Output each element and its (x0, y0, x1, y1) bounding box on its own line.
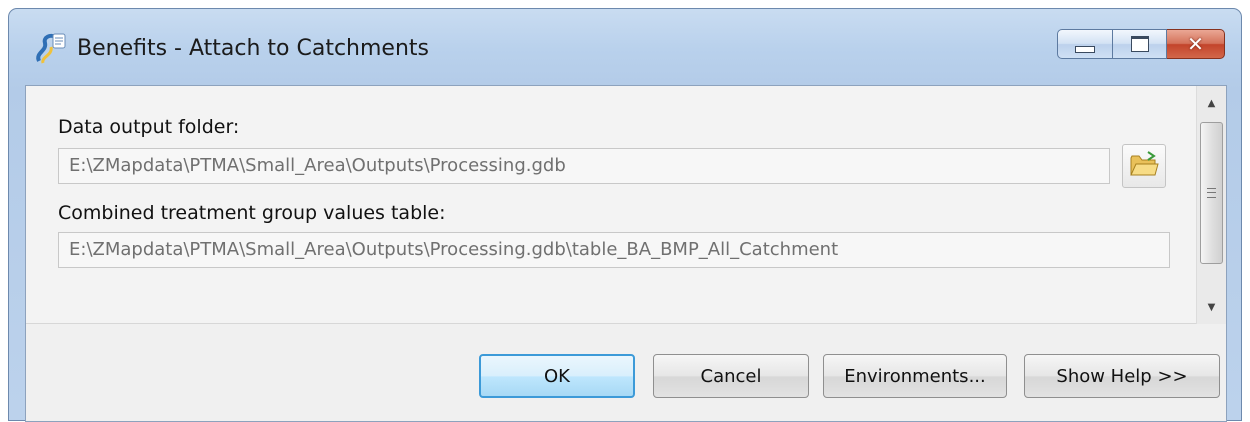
dialog-client-area: Data output folder: E:\ZMapdata\PTMA\Sma… (25, 85, 1227, 422)
python-script-tool-icon (33, 31, 67, 67)
values-table-field[interactable]: E:\ZMapdata\PTMA\Small_Area\Outputs\Proc… (58, 232, 1170, 268)
environments-button[interactable]: Environments... (823, 354, 1007, 398)
browse-folder-button[interactable] (1122, 144, 1166, 188)
title-bar[interactable]: Benefits - Attach to Catchments ✕ (9, 9, 1241, 85)
ok-button[interactable]: OK (479, 354, 635, 398)
grip-icon (1207, 188, 1216, 198)
cancel-button[interactable]: Cancel (653, 354, 809, 398)
close-button[interactable]: ✕ (1167, 29, 1225, 59)
maximize-icon (1130, 36, 1149, 52)
vertical-scrollbar[interactable]: ▲ ▼ (1196, 86, 1226, 324)
parameters-panel: Data output folder: E:\ZMapdata\PTMA\Sma… (26, 86, 1196, 324)
output-folder-field[interactable]: E:\ZMapdata\PTMA\Small_Area\Outputs\Proc… (58, 148, 1110, 184)
output-folder-label: Data output folder: (58, 116, 240, 138)
dialog-window: Benefits - Attach to Catchments ✕ Data o… (8, 8, 1242, 422)
show-help-button[interactable]: Show Help >> (1024, 354, 1220, 398)
maximize-button[interactable] (1113, 29, 1167, 59)
minimize-icon (1075, 45, 1095, 53)
scroll-down-icon[interactable]: ▼ (1197, 294, 1226, 320)
open-folder-icon (1129, 150, 1159, 182)
scroll-up-icon[interactable]: ▲ (1197, 90, 1226, 116)
window-title: Benefits - Attach to Catchments (77, 36, 429, 61)
close-icon: ✕ (1187, 32, 1204, 56)
values-table-label: Combined treatment group values table: (58, 202, 446, 224)
caption-buttons: ✕ (1057, 29, 1225, 63)
scroll-thumb[interactable] (1200, 122, 1223, 264)
minimize-button[interactable] (1057, 29, 1113, 59)
